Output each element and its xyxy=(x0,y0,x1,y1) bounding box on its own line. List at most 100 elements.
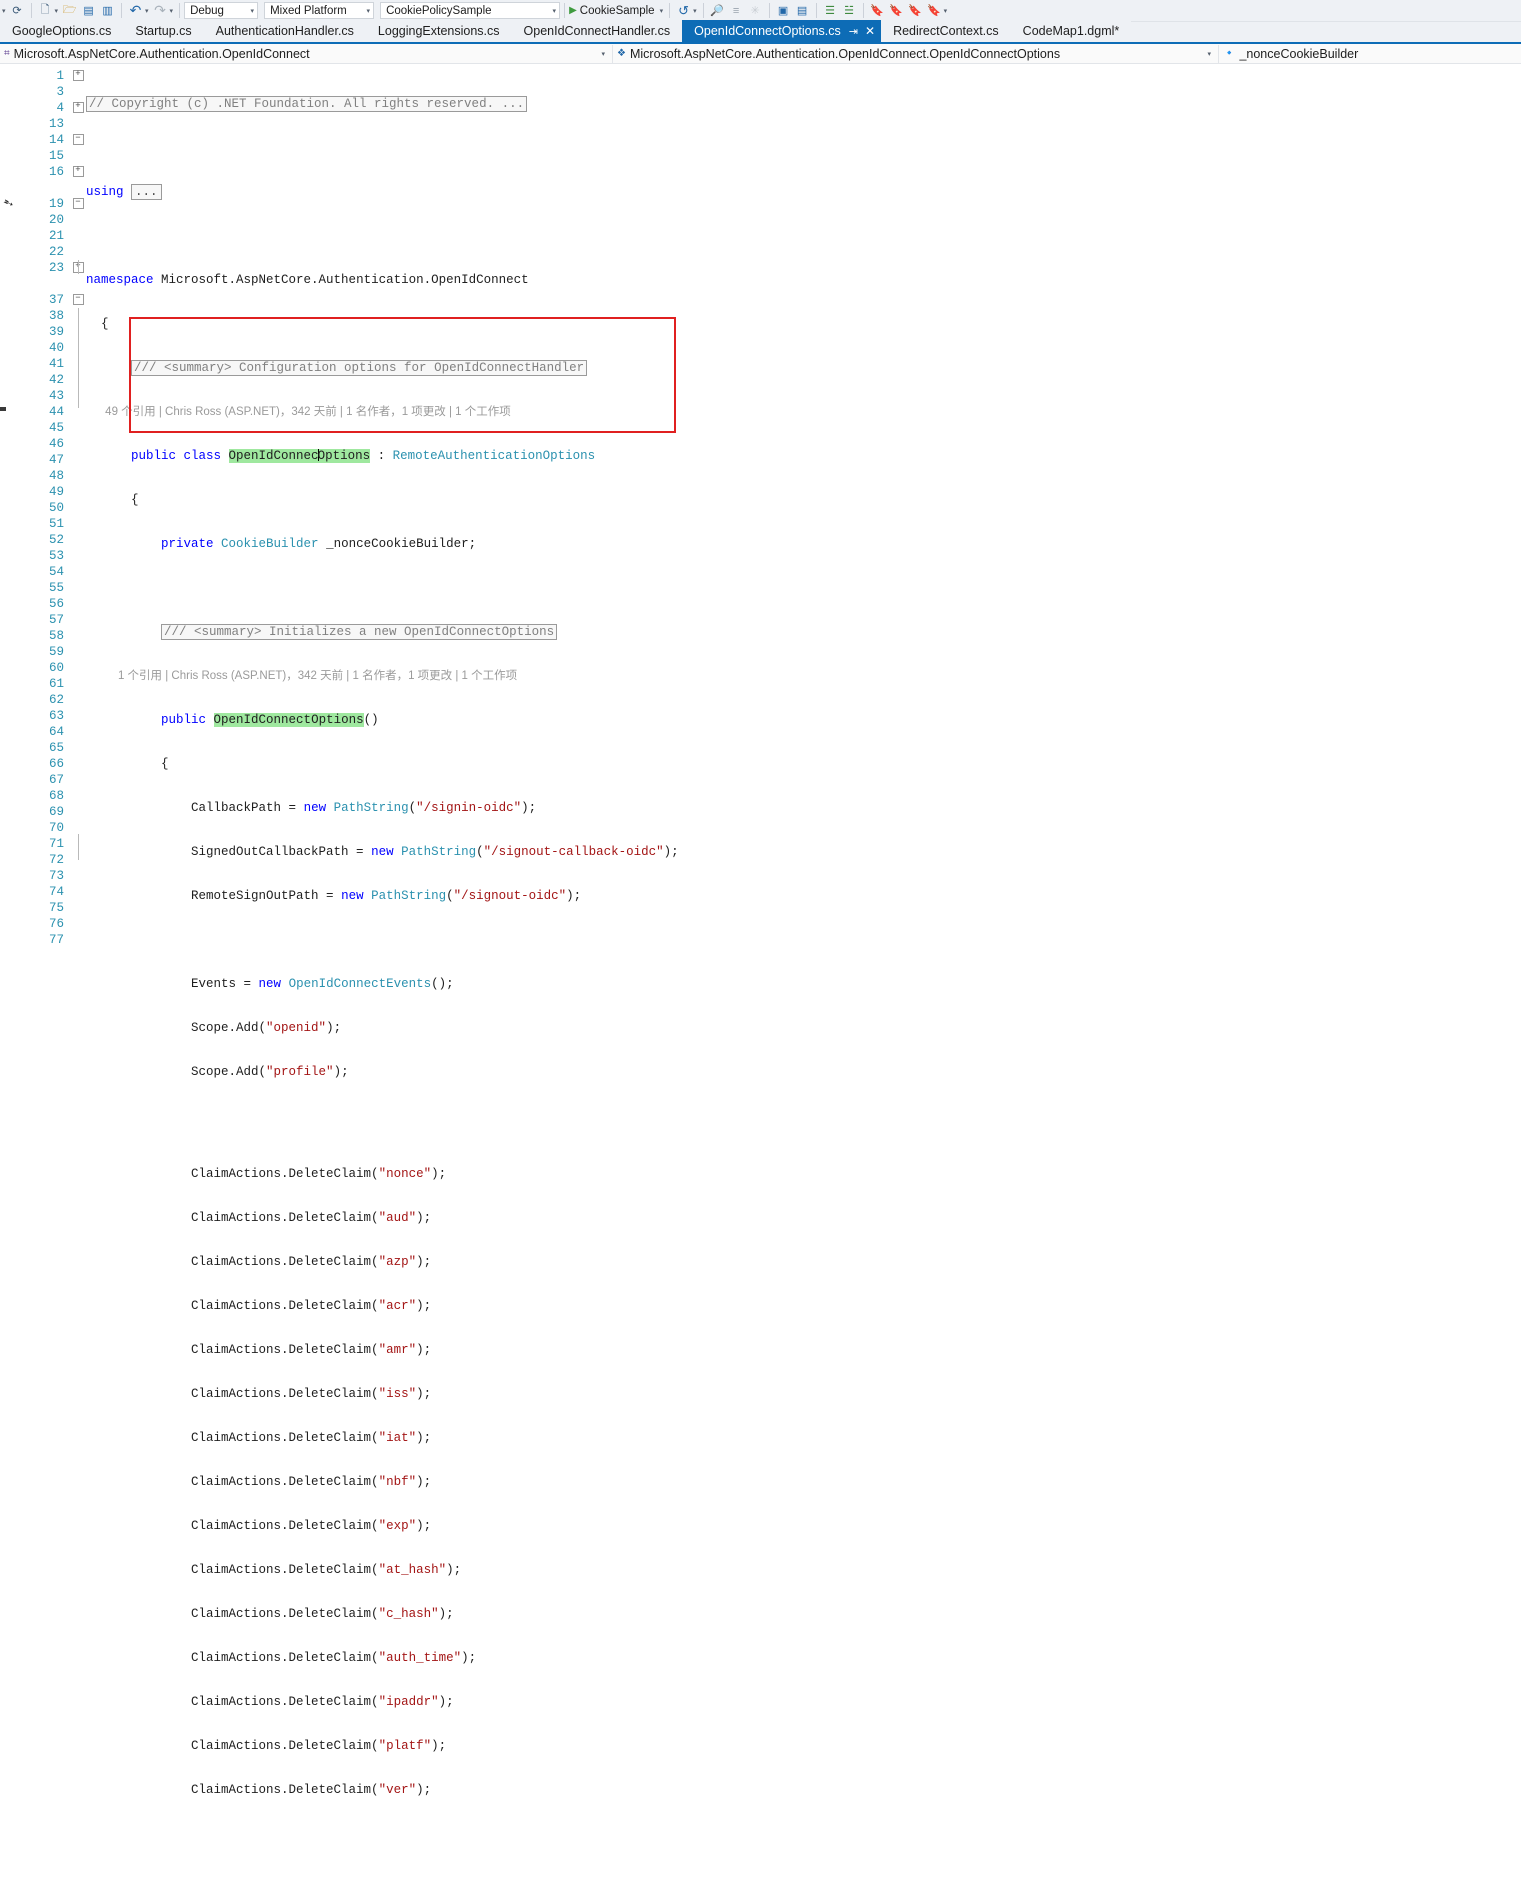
solution-platform-dropdown[interactable]: Mixed Platform ▾ xyxy=(264,2,375,19)
prev-bookmark-icon[interactable]: 🔖 xyxy=(888,2,905,19)
collapsed-doc-comment[interactable]: /// <summary> Configuration options for … xyxy=(131,360,588,376)
refresh-icon[interactable]: ↺ xyxy=(675,2,692,19)
base-type: RemoteAuthenticationOptions xyxy=(392,449,596,463)
codelens-text: 49 个引用 | Chris Ross (ASP.NET)，342 天前 | 1… xyxy=(105,406,511,418)
deleteclaim-call: ClaimActions.DeleteClaim( xyxy=(191,1343,379,1357)
tab-openidconnectoptions[interactable]: OpenIdConnectOptions.cs ⇥ ✕ xyxy=(682,20,882,42)
line-number: 16 xyxy=(48,165,64,179)
deleteclaim-call: ClaimActions.DeleteClaim( xyxy=(191,1563,379,1577)
pathstring-type: PathString xyxy=(401,845,477,859)
namespace-name: Microsoft.AspNetCore.Authentication.Open… xyxy=(161,273,529,287)
undo-icon[interactable]: ↶ xyxy=(127,2,144,19)
tab-codemap1[interactable]: CodeMap1.dgml* xyxy=(1010,20,1132,42)
claim-name: aud xyxy=(386,1211,409,1225)
expand-region-icon[interactable]: + xyxy=(72,166,84,178)
codelens-class[interactable]: 49 个引用 | Chris Ross (ASP.NET)，342 天前 | 1… xyxy=(86,404,1521,420)
open-folder-icon[interactable]: 🗁 xyxy=(61,2,78,19)
class-icon: ❖ xyxy=(617,48,626,59)
line-number: 57 xyxy=(48,613,64,627)
navbar-member-dropdown[interactable]: 🔹 _nonceCookieBuilder xyxy=(1219,44,1521,64)
comment-icon[interactable]: ▣ xyxy=(775,2,792,19)
string-literal: "auth_time" xyxy=(378,1651,462,1665)
code-text-area[interactable]: // Copyright (c) .NET Foundation. All ri… xyxy=(86,64,1521,1797)
navbar-project-dropdown[interactable]: ⌗ Microsoft.AspNetCore.Authentication.Op… xyxy=(0,44,612,64)
collapsed-comment-block[interactable]: // Copyright (c) .NET Foundation. All ri… xyxy=(86,96,528,112)
navbar-type-dropdown[interactable]: ❖ Microsoft.AspNetCore.Authentication.Op… xyxy=(613,44,1218,64)
fold-blank xyxy=(70,244,86,260)
line-number: 63 xyxy=(48,709,64,723)
class-name-part: OpenIdConnec xyxy=(228,449,319,463)
collapse-region-icon[interactable]: − xyxy=(72,294,84,306)
save-all-icon[interactable]: ▥ xyxy=(99,2,116,19)
line-number: 75 xyxy=(48,901,64,915)
undo-caret[interactable]: ▾ xyxy=(145,7,149,15)
tab-redirectcontext[interactable]: RedirectContext.cs xyxy=(881,20,1011,42)
start-debug-icon[interactable]: ▶ xyxy=(569,5,577,16)
startup-project-dropdown[interactable]: CookiePolicySample ▾ xyxy=(380,2,561,19)
next-bookmark-icon[interactable]: 🔖 xyxy=(907,2,924,19)
redo-caret[interactable]: ▾ xyxy=(170,7,174,15)
collapsed-usings-block[interactable]: ... xyxy=(131,184,162,200)
expand-region-icon[interactable]: + xyxy=(72,70,84,82)
string-literal: "platf" xyxy=(378,1739,432,1753)
undo-redo-icon[interactable]: ⟳ xyxy=(9,2,26,19)
field-type: CookieBuilder xyxy=(221,537,319,551)
toolbar-more-caret[interactable]: ▾ xyxy=(944,7,948,15)
line-number: 42 xyxy=(48,373,64,387)
line-number: 59 xyxy=(48,645,64,659)
claim-name: ver xyxy=(386,1783,409,1797)
clear-bookmarks-icon[interactable]: 🔖 xyxy=(926,2,943,19)
code-line: { xyxy=(86,756,1521,772)
new-file-icon[interactable]: 🗋 xyxy=(37,2,54,19)
collapse-region-icon[interactable]: − xyxy=(72,134,84,146)
clear-filter-icon[interactable]: ✳ xyxy=(747,2,764,19)
line-number: 68 xyxy=(48,789,64,803)
code-editor[interactable]: ➴ 1 3 4 13 14 15 16 19 20 21 22 23 37 38… xyxy=(0,64,1521,1797)
new-file-caret[interactable]: ▾ xyxy=(55,7,59,15)
start-debug-button[interactable]: CookieSample xyxy=(580,5,655,17)
deleteclaim-call: ClaimActions.DeleteClaim( xyxy=(191,1695,379,1709)
code-line: ClaimActions.DeleteClaim("auth_time"); xyxy=(191,1651,477,1665)
pin-tab-icon[interactable]: ⇥ xyxy=(849,25,858,38)
close-icon[interactable]: ✕ xyxy=(865,24,875,38)
code-line: ClaimActions.DeleteClaim("exp"); xyxy=(191,1519,432,1533)
start-debug-caret[interactable]: ▾ xyxy=(660,7,664,15)
bookmark-icon[interactable]: 🔖 xyxy=(869,2,886,19)
redo-icon[interactable]: ↷ xyxy=(152,2,169,19)
tab-authenticationhandler[interactable]: AuthenticationHandler.cs xyxy=(203,20,366,42)
expand-region-icon[interactable]: + xyxy=(72,102,84,114)
pathstring-type: PathString xyxy=(333,801,409,815)
tab-openidconnecthandler[interactable]: OpenIdConnectHandler.cs xyxy=(511,20,683,42)
tab-label: OpenIdConnectOptions.cs xyxy=(694,24,841,38)
using-keyword: using xyxy=(86,185,124,199)
line-number-gutter: 1 3 4 13 14 15 16 19 20 21 22 23 37 38 3… xyxy=(18,64,70,947)
deleteclaim-call: ClaimActions.DeleteClaim( xyxy=(191,1211,379,1225)
outline-line xyxy=(78,308,79,408)
line-number-blank xyxy=(18,180,70,196)
tab-googleoptions[interactable]: GoogleOptions.cs xyxy=(0,20,124,42)
string-literal: "exp" xyxy=(378,1519,417,1533)
tab-startup[interactable]: Startup.cs xyxy=(123,20,204,42)
toolbar-overflow-caret[interactable]: ▾ xyxy=(2,7,6,15)
outdent-icon[interactable]: ☱ xyxy=(841,2,858,19)
tab-label: RedirectContext.cs xyxy=(893,24,999,38)
outlining-margin[interactable]: + + − + − + − xyxy=(70,64,86,938)
find-icon[interactable]: 🔎 xyxy=(709,2,726,19)
toolbar-divider xyxy=(564,3,566,18)
uncomment-icon[interactable]: ▤ xyxy=(794,2,811,19)
change-marker-icon xyxy=(0,407,6,411)
tab-loggingextensions[interactable]: LoggingExtensions.cs xyxy=(365,20,512,42)
codelens-ctor[interactable]: 1 个引用 | Chris Ross (ASP.NET)，342 天前 | 1 … xyxy=(86,668,1521,684)
new-keyword: new xyxy=(341,889,372,903)
solution-configuration-dropdown[interactable]: Debug ▾ xyxy=(184,2,259,19)
collapse-region-icon[interactable]: − xyxy=(72,198,84,210)
indent-icon[interactable]: ☰ xyxy=(822,2,839,19)
line-number: 74 xyxy=(48,885,64,899)
navbar-member-label: _nonceCookieBuilder xyxy=(1239,46,1359,61)
refresh-caret[interactable]: ▾ xyxy=(693,7,697,15)
collapsed-doc-comment[interactable]: /// <summary> Initializes a new OpenIdCo… xyxy=(161,624,558,640)
line-number: 51 xyxy=(48,517,64,531)
toolbar-divider xyxy=(815,3,817,18)
save-icon[interactable]: ▤ xyxy=(80,2,97,19)
filter-icon[interactable]: ≡ xyxy=(728,2,745,19)
